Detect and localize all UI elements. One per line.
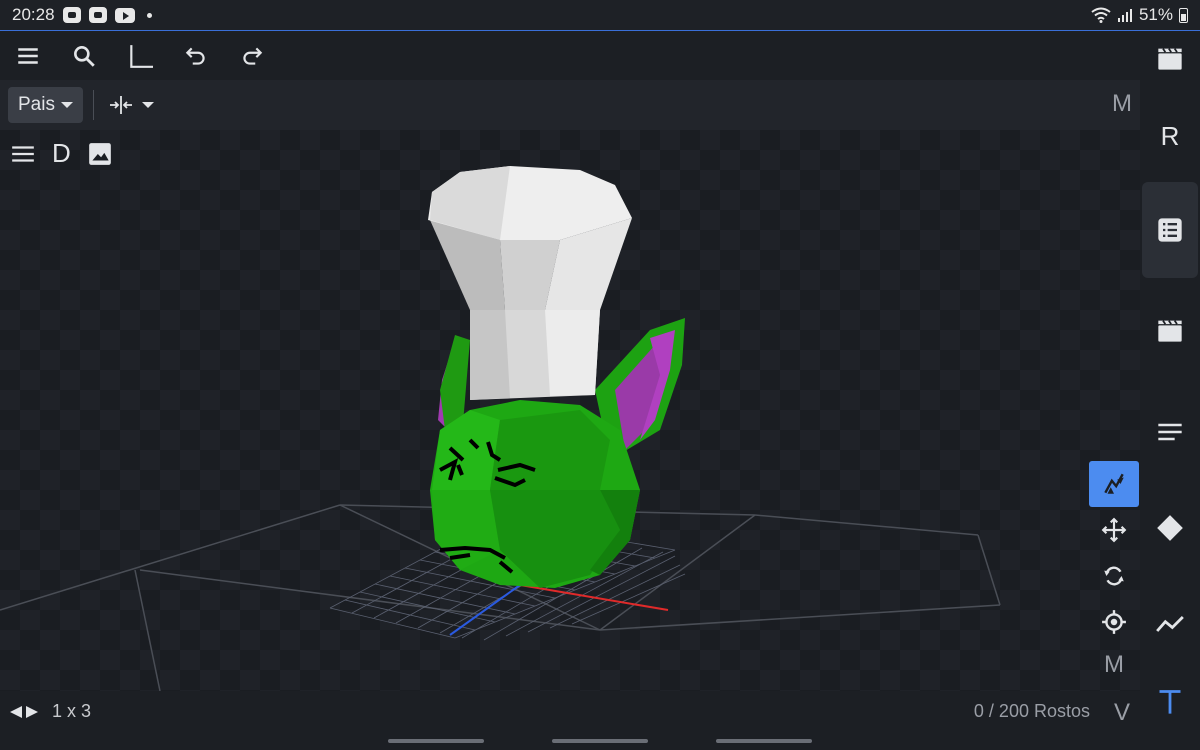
move-icon bbox=[1101, 517, 1127, 543]
menu-icon[interactable] bbox=[10, 141, 36, 167]
vertex-tool-icon bbox=[1104, 473, 1124, 494]
truncated-label: V bbox=[1113, 699, 1130, 726]
more-notifications-icon bbox=[146, 12, 152, 18]
corner-button[interactable] bbox=[112, 34, 168, 78]
pivot-dropdown[interactable]: Pais bbox=[8, 87, 83, 123]
app-notification-icon bbox=[88, 7, 107, 23]
sidebar-r-label: R bbox=[1160, 120, 1180, 151]
truncated-label: M bbox=[1104, 651, 1124, 678]
battery-icon bbox=[1179, 7, 1188, 23]
diamond-icon bbox=[1157, 515, 1183, 541]
signal-icon bbox=[1117, 9, 1132, 22]
line-graph-icon bbox=[1156, 616, 1184, 632]
app-notification-icon bbox=[62, 7, 81, 23]
menu-icon bbox=[18, 48, 38, 64]
bottom-status-bar: 1 x 3 0 / 200 Rostos V bbox=[0, 691, 1140, 732]
clock: 20:28 bbox=[12, 5, 55, 24]
corner-icon bbox=[130, 45, 153, 68]
divider bbox=[92, 90, 94, 120]
3d-viewport[interactable]: D M bbox=[0, 130, 1140, 691]
youtube-icon bbox=[114, 7, 135, 23]
nav-back-button[interactable] bbox=[716, 739, 812, 743]
model-scene[interactable] bbox=[0, 130, 1140, 691]
redo-icon bbox=[243, 47, 263, 65]
viewport-tools: D bbox=[10, 138, 113, 169]
sidebar-item-shape[interactable] bbox=[1140, 506, 1200, 550]
right-sidebar: R bbox=[1140, 32, 1200, 732]
chevron-down-icon bbox=[60, 102, 73, 108]
transform-tools: M bbox=[1089, 461, 1139, 685]
sidebar-item-list[interactable] bbox=[1142, 182, 1198, 278]
pivot-tool[interactable] bbox=[1089, 599, 1139, 645]
image-icon[interactable] bbox=[87, 141, 113, 167]
battery-percent: 51% bbox=[1138, 5, 1173, 24]
undo-button[interactable] bbox=[168, 34, 224, 78]
mirror-axis-icon bbox=[109, 96, 132, 114]
sidebar-item-graph[interactable] bbox=[1140, 602, 1200, 646]
clapperboard-icon bbox=[1158, 320, 1182, 342]
sidebar-item-text[interactable] bbox=[1140, 410, 1200, 454]
wifi-icon bbox=[1091, 7, 1111, 23]
nav-recent-button[interactable] bbox=[388, 739, 484, 743]
clapperboard-icon bbox=[1158, 48, 1182, 70]
nav-home-button[interactable] bbox=[552, 739, 648, 743]
mirror-dropdown[interactable] bbox=[108, 94, 154, 116]
rotate-icon bbox=[1104, 566, 1124, 586]
search-icon bbox=[74, 46, 95, 67]
resize-arrows-icon[interactable] bbox=[10, 705, 40, 719]
face-count: 0 / 200 Rostos bbox=[973, 701, 1090, 721]
list-icon bbox=[1158, 218, 1182, 242]
undo-icon bbox=[185, 47, 205, 65]
system-nav-bar bbox=[0, 732, 1200, 750]
t-tool-icon bbox=[1159, 690, 1181, 714]
search-button[interactable] bbox=[56, 34, 112, 78]
target-icon bbox=[1102, 610, 1126, 634]
vertex-select-tool[interactable] bbox=[1089, 461, 1139, 507]
chevron-down-icon bbox=[141, 102, 154, 108]
redo-button[interactable] bbox=[224, 34, 280, 78]
menu-button[interactable] bbox=[0, 34, 56, 78]
pivot-label: Pais bbox=[18, 94, 55, 115]
rotate-tool[interactable] bbox=[1089, 553, 1139, 599]
top-toolbar bbox=[0, 32, 1140, 80]
sidebar-item-r[interactable]: R bbox=[1140, 114, 1200, 158]
sidebar-item-t[interactable] bbox=[1140, 680, 1200, 724]
sidebar-item-animation[interactable] bbox=[1140, 38, 1200, 78]
display-mode-button[interactable]: D bbox=[52, 138, 71, 169]
grid-size: 1 x 3 bbox=[52, 701, 92, 721]
pivot-bar: Pais M bbox=[0, 80, 1140, 130]
align-lines-icon bbox=[1158, 423, 1182, 441]
move-tool[interactable] bbox=[1089, 507, 1139, 553]
truncated-label: M bbox=[1112, 90, 1132, 117]
sidebar-item-clips[interactable] bbox=[1140, 310, 1200, 350]
status-bar: 20:28 51% bbox=[0, 0, 1200, 31]
